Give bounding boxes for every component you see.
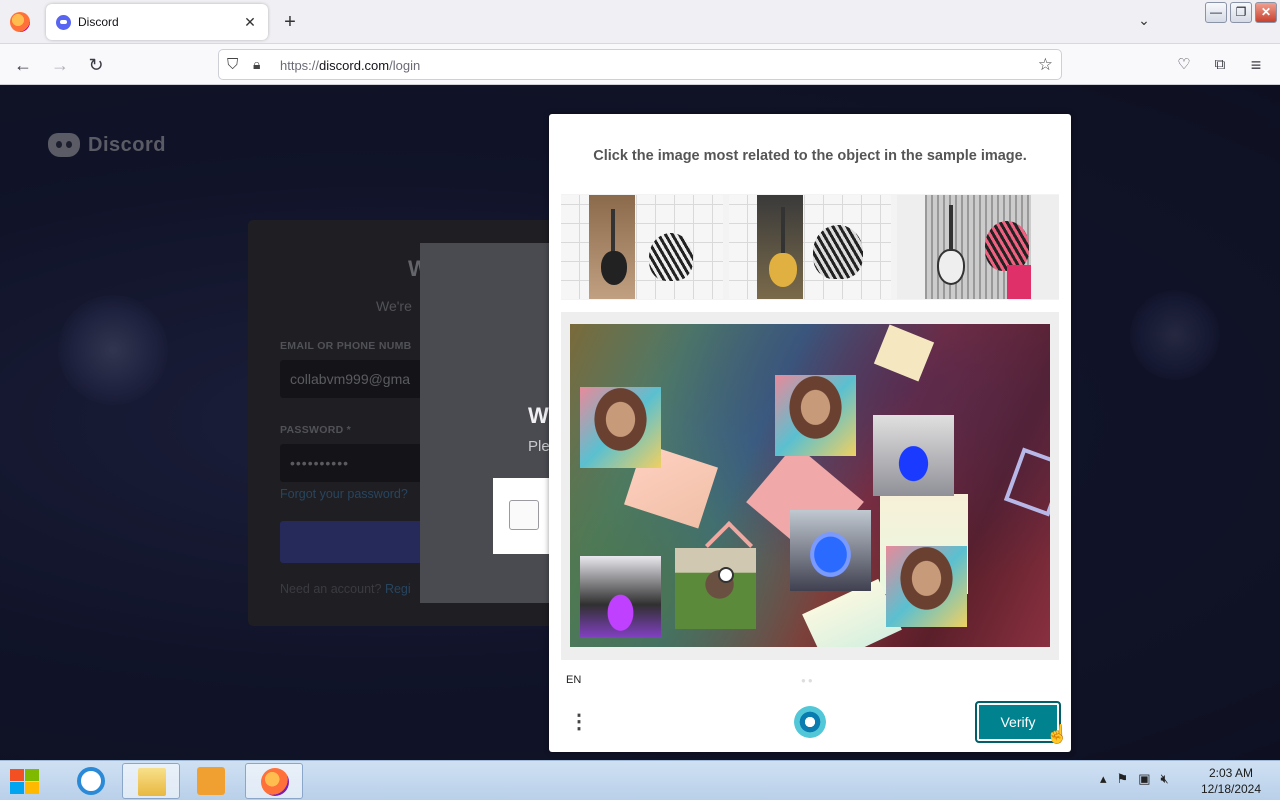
folder-icon xyxy=(138,768,166,796)
tab-close-button[interactable]: ✕ xyxy=(240,12,260,32)
decorative-shape xyxy=(873,324,935,382)
url-text[interactable]: https://discord.com/login xyxy=(280,58,420,73)
volume-muted-icon[interactable]: 🔇︎ xyxy=(1160,771,1168,787)
url-bar[interactable]: ⛉ 🔒︎ https://discord.com/login ☆ xyxy=(218,49,1062,80)
sample-images xyxy=(561,194,1059,300)
start-logo-icon xyxy=(10,782,24,794)
list-all-tabs-icon[interactable]: ⌄ xyxy=(1134,12,1154,32)
restore-button[interactable]: ❐ xyxy=(1230,2,1252,23)
pagination-dots: ●● xyxy=(801,676,815,685)
clock-date: 12/18/2024 xyxy=(1200,782,1262,796)
monkey-image-tile[interactable] xyxy=(580,387,661,468)
modal-subtitle: Ple xyxy=(528,438,550,455)
hcaptcha-challenge: Click the image most related to the obje… xyxy=(549,114,1071,752)
challenge-canvas[interactable] xyxy=(570,324,1050,647)
challenge-prompt: Click the image most related to the obje… xyxy=(593,148,1027,164)
monkey-image-tile[interactable] xyxy=(886,546,967,627)
motorcycle-image-tile[interactable] xyxy=(790,510,871,591)
browser-navbar: ← → ↻ ⛉ 🔒︎ https://discord.com/login ☆ ♡… xyxy=(0,44,1280,85)
url-scheme: https:// xyxy=(280,58,320,73)
lock-icon[interactable]: 🔒︎ xyxy=(253,56,269,74)
network-icon[interactable]: ▣ xyxy=(1138,771,1150,787)
bookmark-star-icon[interactable]: ☆ xyxy=(1038,55,1053,75)
pointer-cursor-icon: ☝ xyxy=(1046,724,1069,744)
window-close-button[interactable]: ✕ xyxy=(1255,2,1277,23)
back-button[interactable]: ← xyxy=(10,52,36,78)
internet-explorer-icon xyxy=(77,767,105,795)
tracking-protection-shield-icon[interactable]: ⛉ xyxy=(227,56,243,74)
tab-title: Discord xyxy=(78,15,119,29)
sample-image xyxy=(729,195,891,299)
sample-image xyxy=(897,195,1059,299)
decorative-shape xyxy=(1003,447,1050,517)
firefox-menu-icon[interactable] xyxy=(10,12,30,32)
url-domain: discord.com xyxy=(319,58,390,73)
selection-marker xyxy=(718,567,734,583)
motorcycle-image-tile[interactable] xyxy=(873,415,954,496)
url-path: /login xyxy=(389,58,421,73)
show-hidden-icons-icon[interactable]: ▴ xyxy=(1100,771,1107,787)
browser-tabbar: Discord ✕ + ⌄ — ❐ ✕ xyxy=(0,0,1280,44)
challenge-canvas-frame xyxy=(561,312,1059,660)
minimize-button[interactable]: — xyxy=(1205,2,1227,23)
hedgehog-image-tile[interactable] xyxy=(675,548,756,629)
action-center-flag-icon[interactable]: ⚑ xyxy=(1117,771,1129,787)
start-button[interactable] xyxy=(8,767,40,795)
monkey-image-tile[interactable] xyxy=(775,375,856,456)
hcaptcha-checkbox[interactable] xyxy=(509,500,539,530)
start-logo-icon xyxy=(25,769,39,781)
media-player-icon xyxy=(197,767,225,795)
forward-button[interactable]: → xyxy=(47,52,73,78)
hcaptcha-logo-icon[interactable] xyxy=(794,706,826,738)
taskbar-firefox[interactable] xyxy=(245,763,303,799)
reload-button[interactable]: ↻ xyxy=(83,52,109,78)
system-clock[interactable]: 2:03 AM 12/18/2024 xyxy=(1196,765,1266,797)
clock-time: 2:03 AM xyxy=(1208,766,1254,780)
start-logo-icon xyxy=(10,769,24,781)
tab-discord[interactable]: Discord ✕ xyxy=(46,4,268,40)
system-tray: ▴ ⚑ ▣ 🔇︎ xyxy=(1100,771,1169,787)
start-logo-icon xyxy=(25,782,39,794)
firefox-icon xyxy=(261,768,289,796)
extensions-icon[interactable]: ⧉ xyxy=(1207,52,1233,78)
modal-title: W xyxy=(528,403,549,428)
sample-image xyxy=(561,195,723,299)
pocket-icon[interactable]: ♡ xyxy=(1171,52,1197,78)
motorcycle-image-tile[interactable] xyxy=(580,556,661,637)
taskbar-internet-explorer[interactable] xyxy=(62,763,120,799)
menu-icon[interactable]: ⋮ xyxy=(569,709,589,735)
taskbar-media-player[interactable] xyxy=(182,763,240,799)
discord-favicon-icon xyxy=(56,15,71,30)
captcha-host-modal: W Ple xyxy=(420,243,573,603)
new-tab-button[interactable]: + xyxy=(280,12,300,32)
taskbar-file-explorer[interactable] xyxy=(122,763,180,799)
language-selector[interactable]: EN xyxy=(566,674,581,686)
windows-taskbar: ▴ ⚑ ▣ 🔇︎ 2:03 AM 12/18/2024 xyxy=(0,760,1280,800)
app-menu-icon[interactable]: ≡ xyxy=(1243,52,1269,78)
